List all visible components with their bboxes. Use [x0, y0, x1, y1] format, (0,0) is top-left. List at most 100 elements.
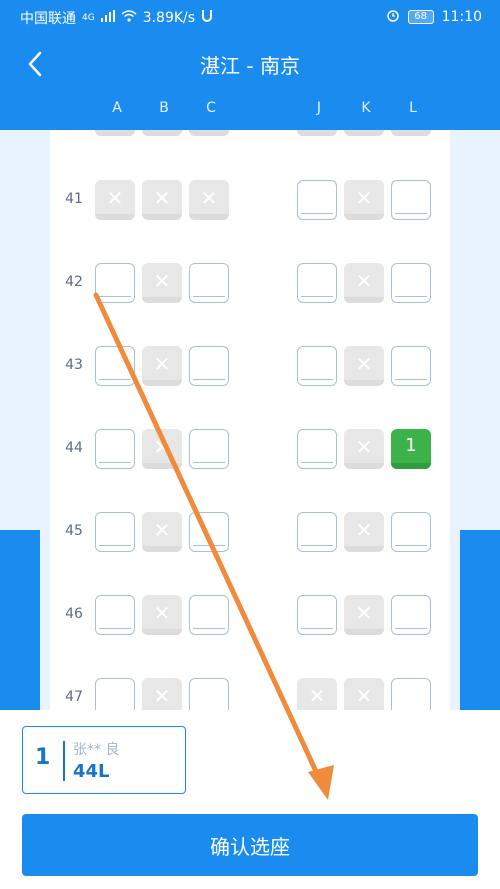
status-bar: 中国联通 4G 3.89K/s 68 11:10 [0, 0, 500, 36]
seat-42-k: ✕ [344, 263, 384, 303]
occupied-icon: ✕ [308, 684, 326, 708]
seat: ✕ [95, 130, 135, 136]
seat-43-k: ✕ [344, 346, 384, 386]
seat-43-a[interactable] [95, 346, 135, 386]
confirm-seat-button[interactable]: 确认选座 [22, 814, 478, 876]
wifi-icon [121, 10, 137, 26]
column-header-b: B [159, 100, 169, 116]
seat-47-a[interactable] [95, 678, 135, 710]
seat: ✕ [189, 130, 229, 136]
app-notification-icon [201, 9, 213, 27]
occupied-icon: ✕ [355, 601, 373, 625]
seat-44-a[interactable] [95, 429, 135, 469]
passenger-card[interactable]: 1 张** 良 44L [22, 726, 186, 794]
seat-45-k: ✕ [344, 512, 384, 552]
occupied-icon: ✕ [153, 684, 171, 708]
seat-46-a[interactable] [95, 595, 135, 635]
page-title: 湛江 - 南京 [200, 54, 300, 78]
occupied-icon: ✕ [153, 269, 171, 293]
wing-left [0, 530, 40, 710]
seat: ✕ [344, 130, 384, 136]
occupied-icon: ✕ [106, 186, 124, 210]
occupied-icon: ✕ [153, 518, 171, 542]
seat-47-c[interactable] [189, 678, 229, 710]
divider [63, 741, 65, 781]
column-header-j: J [316, 100, 322, 116]
seat-44-c[interactable] [189, 429, 229, 469]
occupied-icon: ✕ [153, 601, 171, 625]
seat-44-k: ✕ [344, 429, 384, 469]
network-badge: 4G [82, 13, 95, 23]
seat-46-k: ✕ [344, 595, 384, 635]
seat-44-l[interactable]: 1 [391, 429, 431, 469]
occupied-icon: ✕ [153, 435, 171, 459]
seat-map[interactable]: ✕ ✕ ✕ ✕ ✕ ✕ 41 ✕ ✕ ✕ ✕ 42 ✕ ✕ 43 ✕ ✕ 44 ✕ ✕ 1 45 ✕ ✕ 46 ✕ ✕ 4… [50, 130, 450, 710]
bottom-panel: 1 张** 良 44L 确认选座 [0, 710, 500, 889]
column-header-a: A [112, 100, 122, 116]
occupied-icon: ✕ [200, 186, 218, 210]
nav-bar: 湛江 - 南京 [0, 36, 500, 92]
seat-42-a[interactable] [95, 263, 135, 303]
seat-43-l[interactable] [391, 346, 431, 386]
occupied-icon: ✕ [355, 269, 373, 293]
seat-47-b: ✕ [142, 678, 182, 710]
seat-41-c: ✕ [189, 180, 229, 220]
seat-46-b: ✕ [142, 595, 182, 635]
seat-41-j[interactable] [297, 180, 337, 220]
header-bar: 中国联通 4G 3.89K/s 68 11:10 湛江 - 南京 A B C J… [0, 0, 500, 130]
occupied-icon: ✕ [355, 518, 373, 542]
seat-45-l[interactable] [391, 512, 431, 552]
seat-43-c[interactable] [189, 346, 229, 386]
wing-right [460, 530, 500, 710]
seat-46-l[interactable] [391, 595, 431, 635]
row-label: 47 [65, 689, 83, 705]
seat-47-j: ✕ [297, 678, 337, 710]
seat-44-j[interactable] [297, 429, 337, 469]
seat-45-b: ✕ [142, 512, 182, 552]
seat-41-k: ✕ [344, 180, 384, 220]
clock: 11:10 [441, 9, 482, 25]
occupied-icon: ✕ [153, 352, 171, 376]
seat-43-b: ✕ [142, 346, 182, 386]
seat: ✕ [391, 130, 431, 136]
passenger-name: 张** 良 [73, 742, 120, 758]
seat-42-l[interactable] [391, 263, 431, 303]
seat-42-b: ✕ [142, 263, 182, 303]
seat-47-l[interactable] [391, 678, 431, 710]
occupied-icon: ✕ [355, 435, 373, 459]
seat-41-b: ✕ [142, 180, 182, 220]
column-header-k: K [361, 100, 371, 116]
occupied-icon: ✕ [355, 186, 373, 210]
seat-41-a: ✕ [95, 180, 135, 220]
seat-45-a[interactable] [95, 512, 135, 552]
seat-45-c[interactable] [189, 512, 229, 552]
alarm-icon [386, 8, 400, 26]
seat-44-b: ✕ [142, 429, 182, 469]
seat-42-j[interactable] [297, 263, 337, 303]
row-label: 43 [65, 357, 83, 373]
seat-42-c[interactable] [189, 263, 229, 303]
seat-41-l[interactable] [391, 180, 431, 220]
row-label: 45 [65, 523, 83, 539]
column-header-c: C [206, 100, 216, 116]
passenger-index: 1 [35, 745, 51, 770]
column-header-l: L [409, 100, 417, 116]
network-speed: 3.89K/s [142, 10, 196, 26]
seat-45-j[interactable] [297, 512, 337, 552]
seat: ✕ [142, 130, 182, 136]
seat-46-j[interactable] [297, 595, 337, 635]
seat: ✕ [297, 130, 337, 136]
seat-43-j[interactable] [297, 346, 337, 386]
seat-47-k: ✕ [344, 678, 384, 710]
row-label: 44 [65, 440, 83, 456]
battery-indicator: 68 [407, 10, 434, 24]
row-label: 41 [65, 191, 83, 207]
occupied-icon: ✕ [355, 352, 373, 376]
seat-46-c[interactable] [189, 595, 229, 635]
passenger-seat: 44L [73, 761, 110, 782]
occupied-icon: ✕ [355, 684, 373, 708]
row-label: 46 [65, 606, 83, 622]
carrier-label: 中国联通 [20, 11, 76, 27]
occupied-icon: ✕ [153, 186, 171, 210]
signal-icon [100, 10, 115, 26]
